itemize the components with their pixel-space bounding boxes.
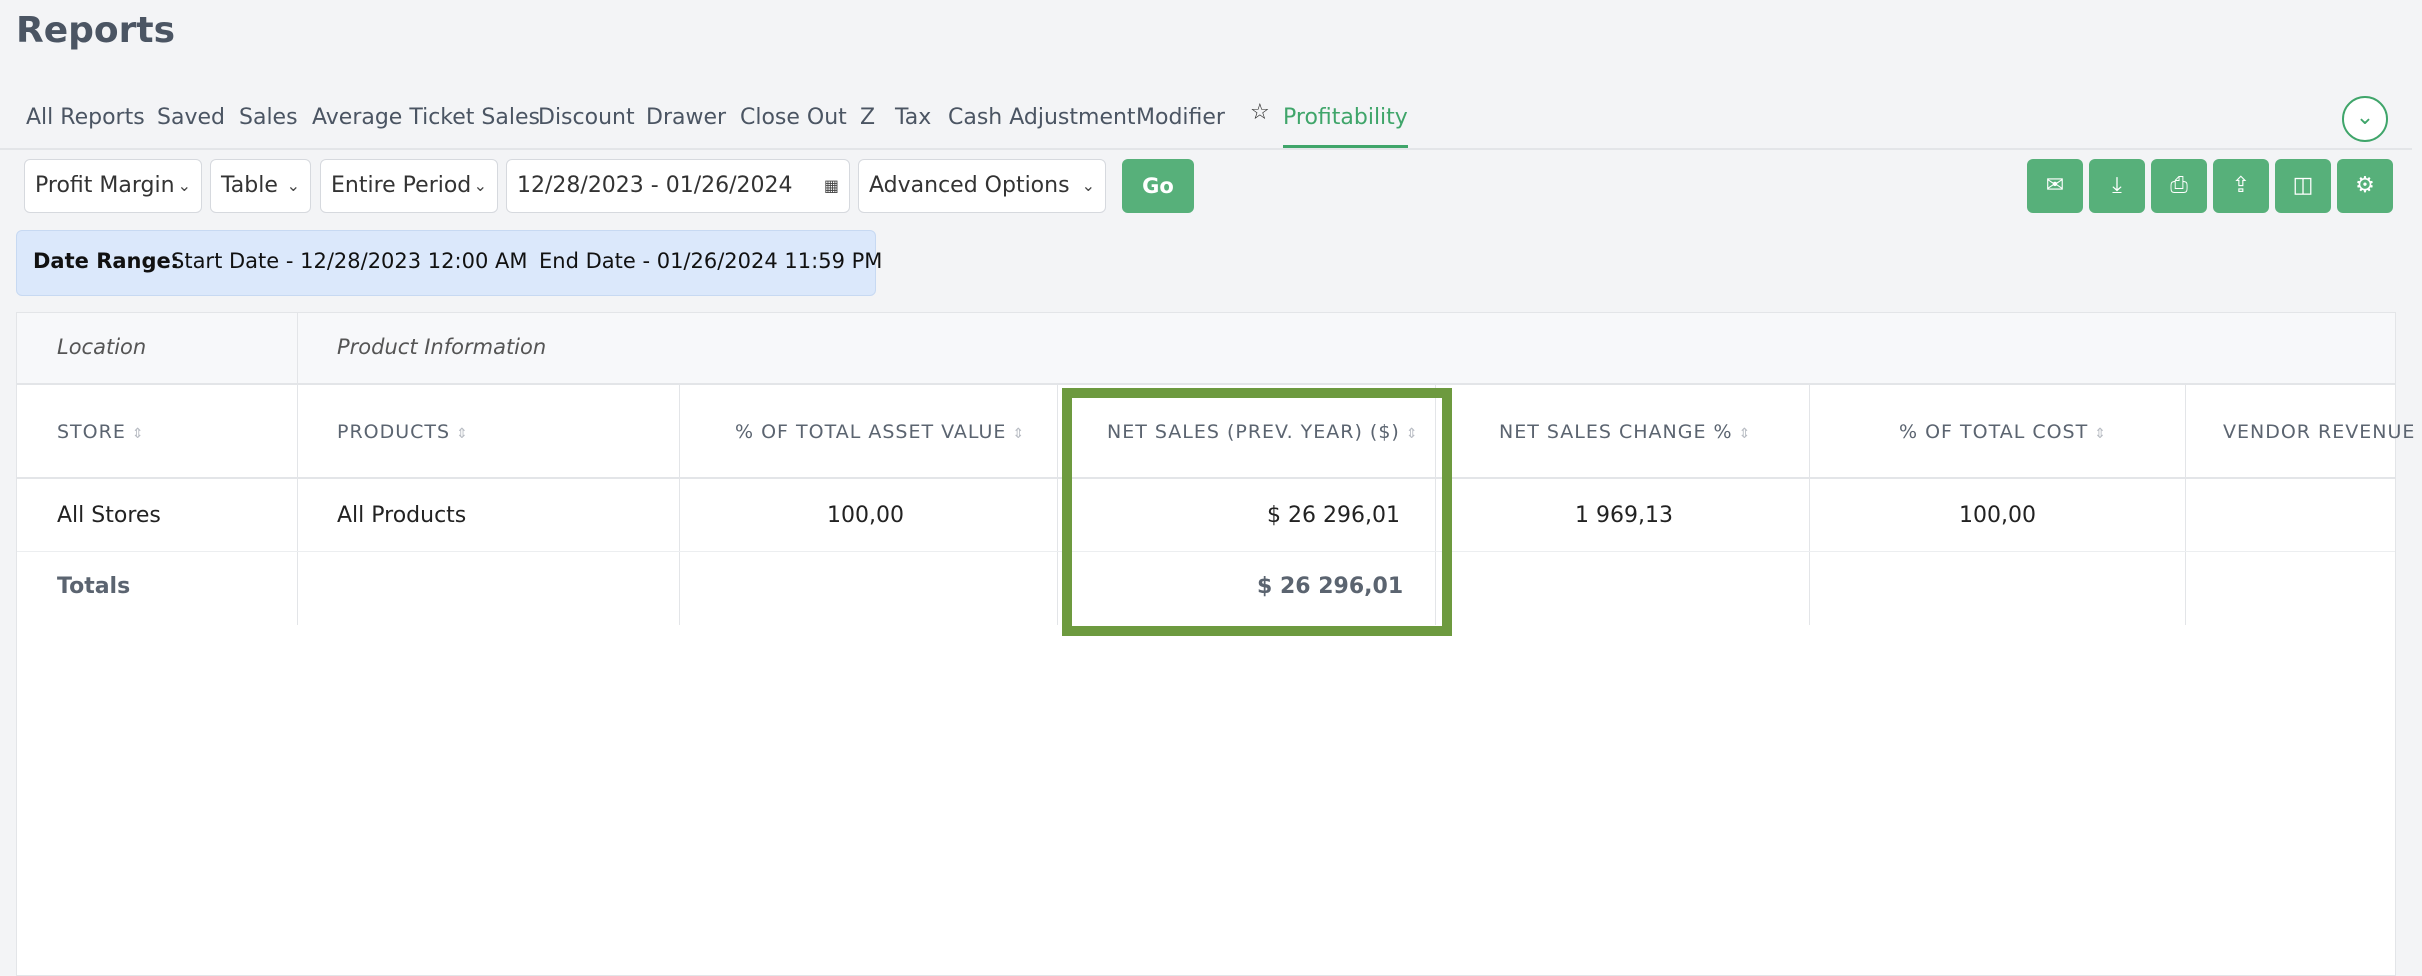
tab-saved[interactable]: Saved: [157, 100, 225, 148]
tab-all-reports[interactable]: All Reports: [26, 100, 145, 148]
print-icon[interactable]: ⎙: [2151, 159, 2207, 213]
column-header-asset-value[interactable]: % OF TOTAL ASSET VALUE ⇕: [735, 421, 1025, 443]
column-divider: [1809, 385, 1810, 625]
highlight-box: [1062, 388, 1452, 636]
page-title: Reports: [16, 10, 176, 51]
column-group-row: Location Product Information: [17, 313, 2395, 385]
settings-icon[interactable]: ⚙: [2337, 159, 2393, 213]
tab-modifier[interactable]: Modifier: [1136, 100, 1225, 148]
cell-products: All Products: [337, 503, 467, 528]
cell-store: All Stores: [57, 503, 161, 528]
column-divider: [679, 385, 680, 625]
period-select[interactable]: Entire Period ⌄: [320, 159, 498, 213]
tab-close-out[interactable]: Close Out: [740, 100, 847, 148]
column-divider: [297, 313, 298, 625]
columns-icon[interactable]: ◫: [2275, 159, 2331, 213]
start-date-text: Start Date - 12/28/2023 12:00 AM: [171, 249, 528, 273]
view-select[interactable]: Table ⌄: [210, 159, 311, 213]
date-range-banner: Date Range: Start Date - 12/28/2023 12:0…: [16, 230, 882, 296]
report-tabs: All Reports Saved Sales Average Ticket S…: [0, 96, 2412, 150]
chevron-down-icon: ⌄: [286, 176, 300, 195]
view-value: Table: [221, 173, 278, 198]
sort-icon[interactable]: ⇕: [456, 426, 469, 442]
column-header-products[interactable]: PRODUCTS ⇕: [337, 421, 469, 443]
tab-z[interactable]: Z: [860, 100, 875, 148]
tab-discount[interactable]: Discount: [538, 100, 635, 148]
tab-tax[interactable]: Tax: [895, 100, 931, 148]
end-date-text: End Date - 01/26/2024 11:59 PM: [539, 249, 883, 273]
column-header-total-cost[interactable]: % OF TOTAL COST ⇕: [1899, 421, 2107, 443]
chevron-down-icon: ⌄: [1081, 176, 1095, 195]
sort-icon[interactable]: ⇕: [1012, 426, 1025, 442]
tab-cash-adjustment[interactable]: Cash Adjustment: [948, 100, 1136, 148]
cell-asset-value: 100,00: [827, 503, 904, 528]
go-button[interactable]: Go: [1122, 159, 1194, 213]
advanced-options-value: Advanced Options: [869, 173, 1070, 198]
chevron-down-icon: ⌄: [473, 176, 487, 195]
column-header-vendor-revenue[interactable]: VENDOR REVENUE: [2223, 421, 2415, 443]
cell-total-cost: 100,00: [1959, 503, 2036, 528]
cell-net-sales-change: 1 969,13: [1575, 503, 1673, 528]
tab-sales[interactable]: Sales: [239, 100, 298, 148]
sort-icon[interactable]: ⇕: [1739, 426, 1752, 442]
report-type-select[interactable]: Profit Margin ⌄: [24, 159, 202, 213]
column-header-net-sales-change[interactable]: NET SALES CHANGE % ⇕: [1499, 421, 1751, 443]
sort-icon[interactable]: ⇕: [132, 426, 145, 442]
mail-icon[interactable]: ✉: [2027, 159, 2083, 213]
download-icon[interactable]: ⤓: [2089, 159, 2145, 213]
sort-icon[interactable]: ⇕: [2094, 426, 2107, 442]
chevron-down-icon: ⌄: [177, 176, 191, 195]
date-range-value: 12/28/2023 - 01/26/2024: [517, 173, 793, 198]
period-value: Entire Period: [331, 173, 472, 198]
column-divider: [2185, 385, 2186, 625]
calendar-icon[interactable]: ▦: [824, 160, 839, 212]
share-icon[interactable]: ⇪: [2213, 159, 2269, 213]
group-product-information: Product Information: [337, 335, 547, 359]
column-header-store[interactable]: STORE ⇕: [57, 421, 145, 443]
column-divider: [1057, 385, 1058, 625]
totals-label: Totals: [57, 574, 131, 599]
date-range-label: Date Range:: [33, 249, 180, 273]
favorite-star-icon[interactable]: ☆: [1250, 100, 1270, 125]
collapse-chevron-icon[interactable]: ⌄: [2342, 96, 2388, 142]
report-type-value: Profit Margin: [35, 173, 175, 198]
advanced-options-select[interactable]: Advanced Options ⌄: [858, 159, 1106, 213]
tab-profitability[interactable]: Profitability: [1283, 100, 1408, 148]
tab-average-ticket-sales[interactable]: Average Ticket Sales: [312, 100, 540, 148]
date-range-input[interactable]: 12/28/2023 - 01/26/2024 ▦: [506, 159, 850, 213]
tab-drawer[interactable]: Drawer: [646, 100, 726, 148]
group-location: Location: [57, 335, 147, 359]
